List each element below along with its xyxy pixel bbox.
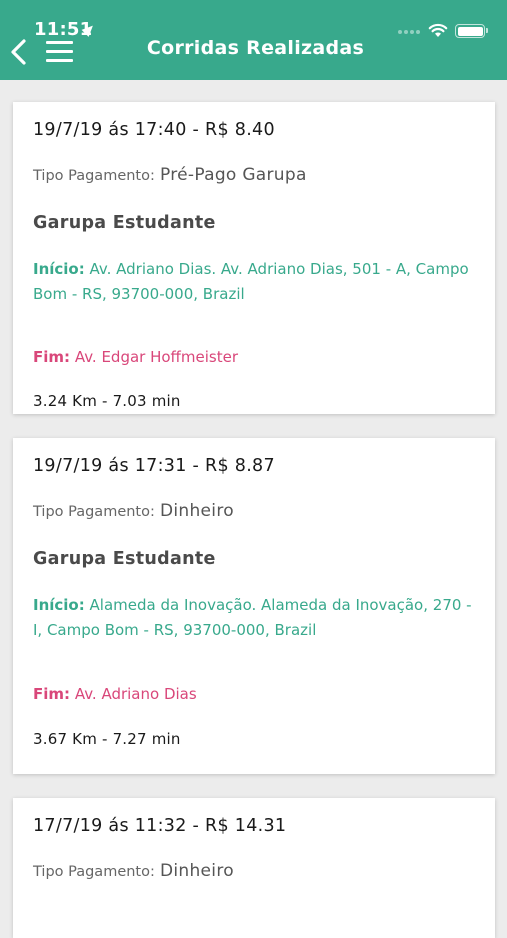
wifi-icon [428,23,448,37]
payment-type-label: Tipo Pagamento: [33,864,155,880]
start-address: Início: Av. Adriano Dias. Av. Adriano Di… [33,257,473,307]
ride-date-price: 17/7/19 ás 11:32 - R$ 14.31 [33,816,287,836]
payment-type-value: Dinheiro [159,861,234,881]
payment-type-line: Tipo Pagamento: Dinheiro [33,501,234,521]
distance-time: 3.24 Km - 7.03 min [33,392,181,410]
end-address: Fim: Av. Adriano Dias [33,685,197,703]
end-address: Fim: Av. Edgar Hoffmeister [33,348,238,366]
ride-date-price: 19/7/19 ás 17:31 - R$ 8.87 [33,456,275,476]
payment-type-value: Dinheiro [159,501,234,521]
service-name: Garupa Estudante [33,549,216,569]
start-address-text: Av. Adriano Dias. Av. Adriano Dias, 501 … [33,260,469,303]
end-address-text: Av. Edgar Hoffmeister [74,348,238,366]
start-label: Início: [33,596,85,614]
service-name: Garupa Estudante [33,213,216,233]
end-label: Fim: [33,685,71,703]
payment-type-label: Tipo Pagamento: [33,504,155,520]
payment-type-line: Tipo Pagamento: Dinheiro [33,861,234,881]
payment-type-label: Tipo Pagamento: [33,168,155,184]
start-address-text: Alameda da Inovação. Alameda da Inovação… [33,596,472,639]
ride-card[interactable]: 19/7/19 ás 17:31 - R$ 8.87 Tipo Pagament… [13,438,495,774]
ride-date-price: 19/7/19 ás 17:40 - R$ 8.40 [33,120,275,140]
ride-card[interactable]: 19/7/19 ás 17:40 - R$ 8.40 Tipo Pagament… [13,102,495,414]
distance-time: 3.67 Km - 7.27 min [33,730,181,748]
start-label: Início: [33,260,85,278]
signal-icon [398,30,424,36]
end-address-text: Av. Adriano Dias [74,685,197,703]
start-address: Início: Alameda da Inovação. Alameda da … [33,593,473,643]
payment-type-line: Tipo Pagamento: Pré-Pago Garupa [33,165,307,185]
app-header: 11:51 Corridas Realizadas [0,0,507,80]
battery-icon [455,24,488,38]
page-title: Corridas Realizadas [146,37,365,59]
end-label: Fim: [33,348,71,366]
ride-card[interactable]: 17/7/19 ás 11:32 - R$ 14.31 Tipo Pagamen… [13,798,495,938]
payment-type-value: Pré-Pago Garupa [159,165,307,185]
